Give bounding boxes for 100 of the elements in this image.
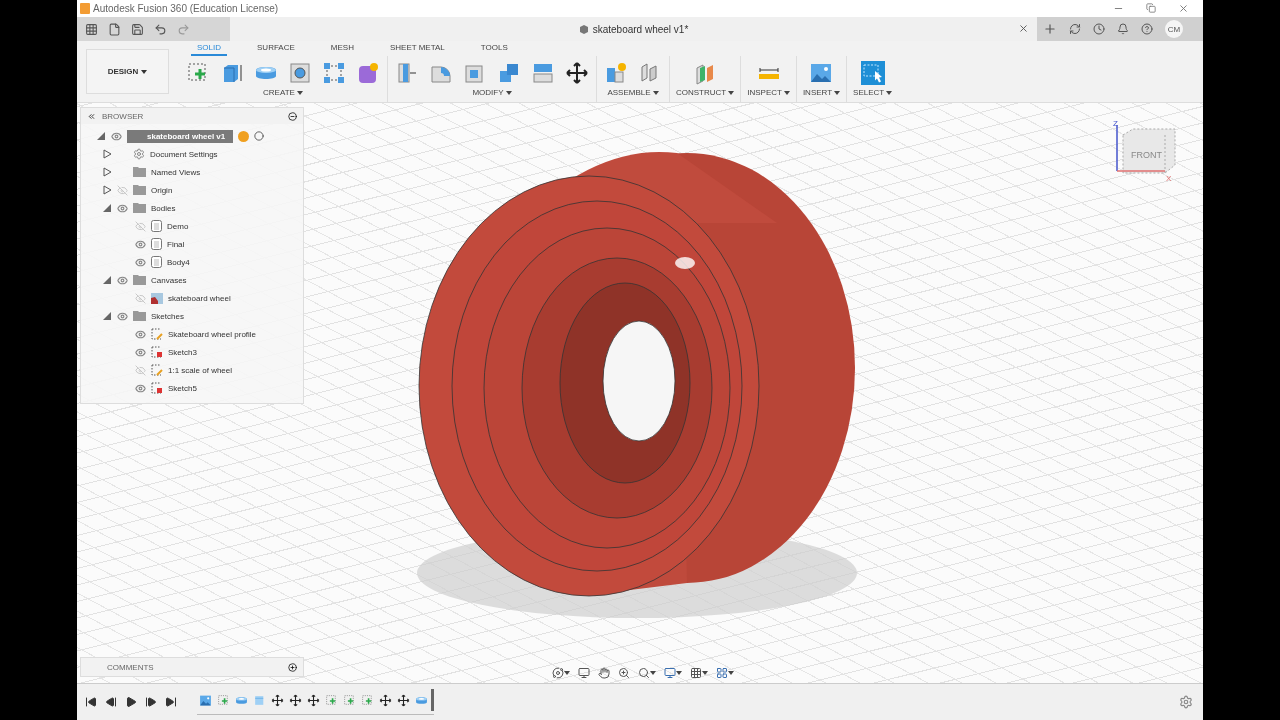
visibility-toggle[interactable]: [135, 364, 146, 376]
collapse-panel-icon[interactable]: [87, 111, 96, 121]
last-step-button[interactable]: [165, 696, 177, 708]
visibility-toggle[interactable]: [117, 310, 128, 322]
bell-icon[interactable]: [1117, 23, 1129, 35]
move-icon: [288, 693, 302, 707]
ribbon-tab[interactable]: TOOLS: [474, 43, 514, 56]
look-at-button[interactable]: [578, 667, 590, 679]
visibility-toggle[interactable]: [117, 184, 128, 196]
tree-item-label[interactable]: Demo: [167, 221, 189, 231]
undo-icon[interactable]: [154, 22, 167, 36]
sketch-icon: [216, 693, 230, 707]
timeline-feature[interactable]: [395, 692, 411, 708]
visibility-toggle[interactable]: [135, 382, 146, 394]
expand-toggle[interactable]: [102, 149, 112, 159]
ribbon-tab[interactable]: SURFACE: [251, 43, 301, 56]
timeline-feature[interactable]: [269, 692, 285, 708]
tree-item-label[interactable]: Sketch5: [168, 383, 197, 393]
document-tab[interactable]: skateboard wheel v1*: [592, 23, 689, 35]
user-avatar[interactable]: CM: [1165, 20, 1183, 38]
sketch-icon: [151, 346, 163, 358]
cube-icon: [578, 24, 589, 34]
move-icon: [565, 61, 589, 85]
save-icon[interactable]: [131, 22, 144, 36]
tree-item-label[interactable]: Named Views: [151, 167, 201, 177]
tree-item-label[interactable]: Document Settings: [150, 149, 218, 159]
pan-button[interactable]: [598, 667, 610, 679]
tree-item-label[interactable]: Skateboard wheel profile: [168, 329, 257, 339]
visibility-toggle[interactable]: [135, 346, 146, 358]
visibility-toggle[interactable]: [135, 256, 146, 268]
minimize-panel-icon[interactable]: [288, 111, 297, 121]
visibility-toggle[interactable]: [135, 292, 146, 304]
visibility-toggle[interactable]: [117, 202, 128, 214]
timeline-marker[interactable]: [431, 689, 434, 711]
clock-icon[interactable]: [1093, 23, 1105, 35]
apps-grid-icon[interactable]: [85, 22, 98, 36]
close-tab-button[interactable]: [1018, 23, 1029, 34]
tree-item-label[interactable]: Sketch3: [168, 347, 197, 357]
tree-item-label[interactable]: Canvases: [151, 275, 187, 285]
tree-item-label[interactable]: Sketches: [151, 311, 184, 321]
tool-button[interactable]: [564, 60, 590, 86]
orbit-button[interactable]: [552, 667, 570, 679]
display-settings-button[interactable]: [664, 667, 682, 679]
tree-item-label[interactable]: Final: [167, 239, 185, 249]
ribbon-tab[interactable]: SOLID: [191, 43, 227, 56]
add-comment-icon[interactable]: [288, 662, 297, 672]
collapse-toggle[interactable]: [102, 311, 112, 321]
viewports-button[interactable]: [716, 667, 734, 679]
settings-button[interactable]: [1179, 695, 1193, 709]
timeline-feature[interactable]: [377, 692, 393, 708]
tool-group-menu[interactable]: CREATE: [263, 88, 303, 97]
activate-icon[interactable]: [238, 130, 250, 142]
tool-group-menu[interactable]: ASSEMBLE: [607, 88, 659, 97]
app-logo: [80, 3, 90, 14]
tree-item-label[interactable]: Bodies: [151, 203, 176, 213]
tool-group-menu[interactable]: CONSTRUCT: [676, 88, 735, 97]
visibility-toggle[interactable]: [135, 238, 146, 250]
expand-toggle[interactable]: [102, 185, 112, 195]
zoom-button[interactable]: [618, 667, 630, 679]
previous-step-button[interactable]: [105, 696, 117, 708]
play-button[interactable]: [125, 696, 137, 708]
tree-item-label[interactable]: skateboard wheel: [168, 293, 231, 303]
timeline-feature[interactable]: [287, 692, 303, 708]
ribbon-tab[interactable]: SHEET METAL: [383, 43, 451, 56]
redo-icon[interactable]: [177, 22, 190, 36]
sketch-icon: [360, 693, 374, 707]
tool-group-menu[interactable]: INSERT: [802, 88, 841, 97]
visibility-toggle[interactable]: [135, 328, 146, 340]
folder-icon: [133, 185, 146, 195]
visibility-toggle[interactable]: [117, 274, 128, 286]
body-icon: [151, 220, 162, 232]
fit-button[interactable]: [638, 667, 656, 679]
timeline-feature[interactable]: [305, 692, 321, 708]
tool-group-menu[interactable]: INSPECT: [747, 88, 790, 97]
next-step-button[interactable]: [145, 696, 157, 708]
collapse-toggle[interactable]: [96, 131, 106, 141]
new-tab-icon[interactable]: [1043, 22, 1057, 36]
caret-icon: [296, 90, 303, 95]
split-icon: [531, 61, 555, 85]
tree-item-label[interactable]: 1:1 scale of wheel: [168, 365, 233, 375]
tree-item-label[interactable]: Origin: [151, 185, 173, 195]
collapse-toggle[interactable]: [102, 203, 112, 213]
ribbon-tab[interactable]: MESH: [324, 43, 360, 56]
close-icon[interactable]: [1178, 3, 1189, 14]
grid-settings-button[interactable]: [690, 667, 708, 679]
visibility-toggle[interactable]: [135, 220, 146, 232]
file-icon[interactable]: [108, 22, 121, 36]
tool-group-menu[interactable]: MODIFY: [472, 88, 512, 97]
tree-item-label[interactable]: Body4: [167, 257, 190, 267]
tool-group-menu[interactable]: SELECT: [853, 88, 893, 97]
first-step-button[interactable]: [85, 696, 97, 708]
visibility-toggle[interactable]: [111, 130, 122, 142]
help-icon[interactable]: [1141, 23, 1153, 35]
root-component-label[interactable]: skateboard wheel v1: [127, 129, 234, 143]
workspace-button[interactable]: DESIGN: [86, 49, 169, 94]
expand-toggle[interactable]: [102, 167, 112, 177]
restore-icon[interactable]: [1146, 3, 1156, 13]
radio-icon[interactable]: [254, 131, 265, 141]
collapse-toggle[interactable]: [102, 275, 112, 285]
sync-icon[interactable]: [1069, 23, 1081, 35]
